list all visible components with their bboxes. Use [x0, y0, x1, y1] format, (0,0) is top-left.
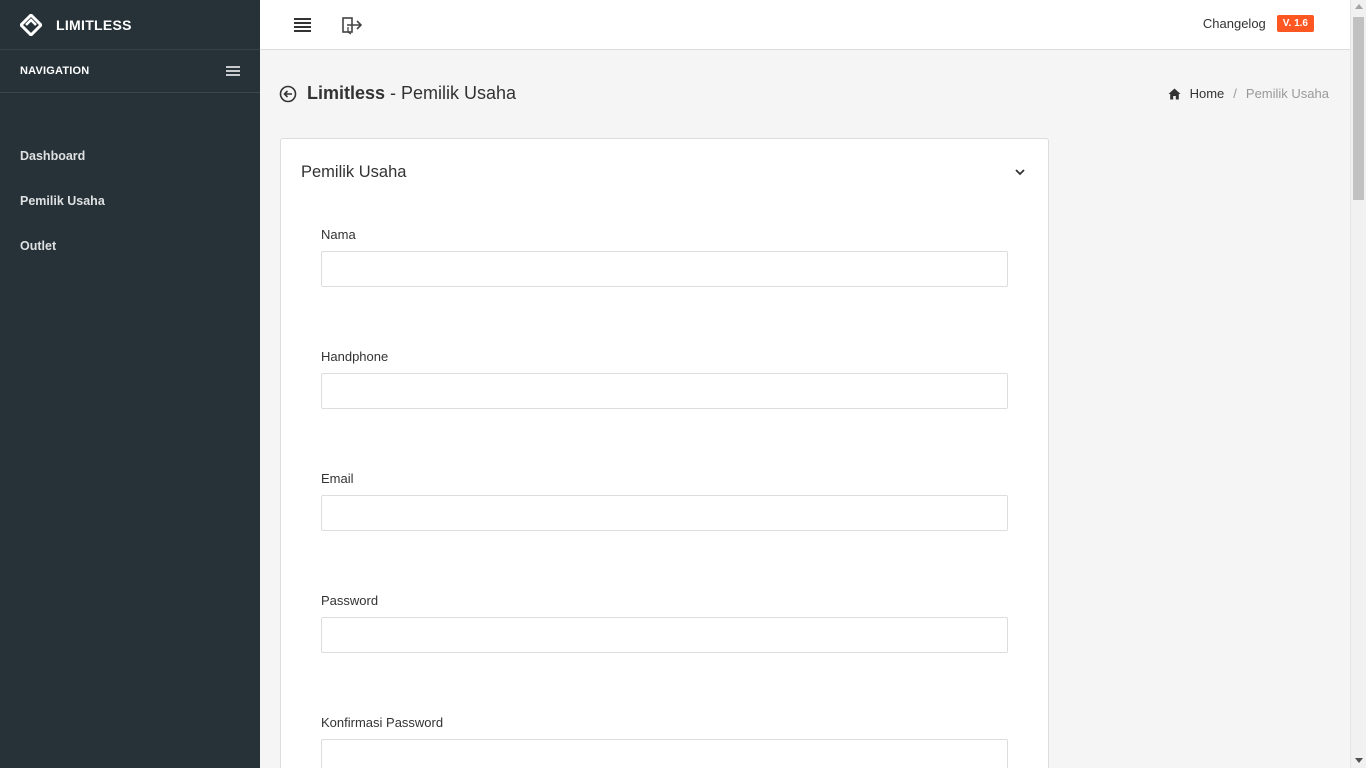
password-label: Password [321, 593, 379, 608]
navigation-header: NAVIGATION [0, 50, 260, 93]
home-icon [1168, 88, 1181, 99]
konfirmasi-password-label: Konfirmasi Password [321, 715, 444, 730]
nama-field[interactable] [321, 251, 1008, 287]
page-title-brand: Limitless [307, 83, 386, 103]
handphone-label: Handphone [321, 349, 389, 364]
sidebar: LIMITLESS NAVIGATION Dashboard Pemilik U… [0, 0, 260, 768]
card-title: Pemilik Usaha [301, 163, 407, 181]
konfirmasi-password-field[interactable] [321, 739, 1008, 768]
breadcrumb-home-link[interactable]: Home [1190, 86, 1225, 101]
back-arrow-icon[interactable] [279, 85, 297, 103]
scroll-up-arrow-icon[interactable] [1355, 4, 1363, 9]
exit-icon[interactable] [341, 15, 363, 35]
page-title-section: - Pemilik Usaha [385, 83, 517, 103]
scrollbar-thumb[interactable] [1353, 17, 1364, 200]
limitless-logo-icon [20, 13, 42, 36]
sidebar-item-label: Pemilik Usaha [20, 193, 105, 208]
sidebar-item-outlet[interactable]: Outlet [0, 223, 260, 268]
password-field[interactable] [321, 617, 1008, 653]
changelog-link[interactable]: Changelog [1203, 16, 1266, 31]
chevron-down-icon[interactable] [1014, 166, 1026, 178]
scroll-down-arrow-icon[interactable] [1355, 758, 1363, 763]
topbar: Changelog V. 1.6 [260, 0, 1350, 50]
version-badge: V. 1.6 [1276, 15, 1314, 32]
page-title: Limitless - Pemilik Usaha [307, 83, 516, 104]
sidebar-item-dashboard[interactable]: Dashboard [0, 133, 260, 178]
nama-label: Nama [321, 227, 356, 242]
breadcrumb-separator: / [1233, 86, 1237, 101]
brand-name: LIMITLESS [56, 16, 132, 33]
navigation-list: Dashboard Pemilik Usaha Outlet [0, 133, 260, 268]
page-header: Limitless - Pemilik Usaha Home / Pemilik… [260, 50, 1350, 138]
page-scrollbar[interactable] [1350, 0, 1366, 768]
pemilik-usaha-card: Pemilik Usaha Nama Handphone Email Passw… [280, 138, 1049, 768]
navigation-header-label: NAVIGATION [20, 65, 90, 77]
handphone-field[interactable] [321, 373, 1008, 409]
changelog: Changelog V. 1.6 [1203, 15, 1314, 32]
navigation-toggle-icon[interactable] [226, 66, 240, 76]
email-field[interactable] [321, 495, 1008, 531]
breadcrumb-current: Pemilik Usaha [1245, 86, 1329, 101]
breadcrumb: Home / Pemilik Usaha [1168, 86, 1329, 101]
menu-toggle-icon[interactable] [294, 18, 311, 32]
sidebar-item-pemilik-usaha[interactable]: Pemilik Usaha [0, 178, 260, 223]
brand[interactable]: LIMITLESS [0, 0, 260, 50]
sidebar-item-label: Dashboard [20, 148, 86, 163]
email-label: Email [321, 471, 354, 486]
sidebar-item-label: Outlet [20, 238, 57, 253]
